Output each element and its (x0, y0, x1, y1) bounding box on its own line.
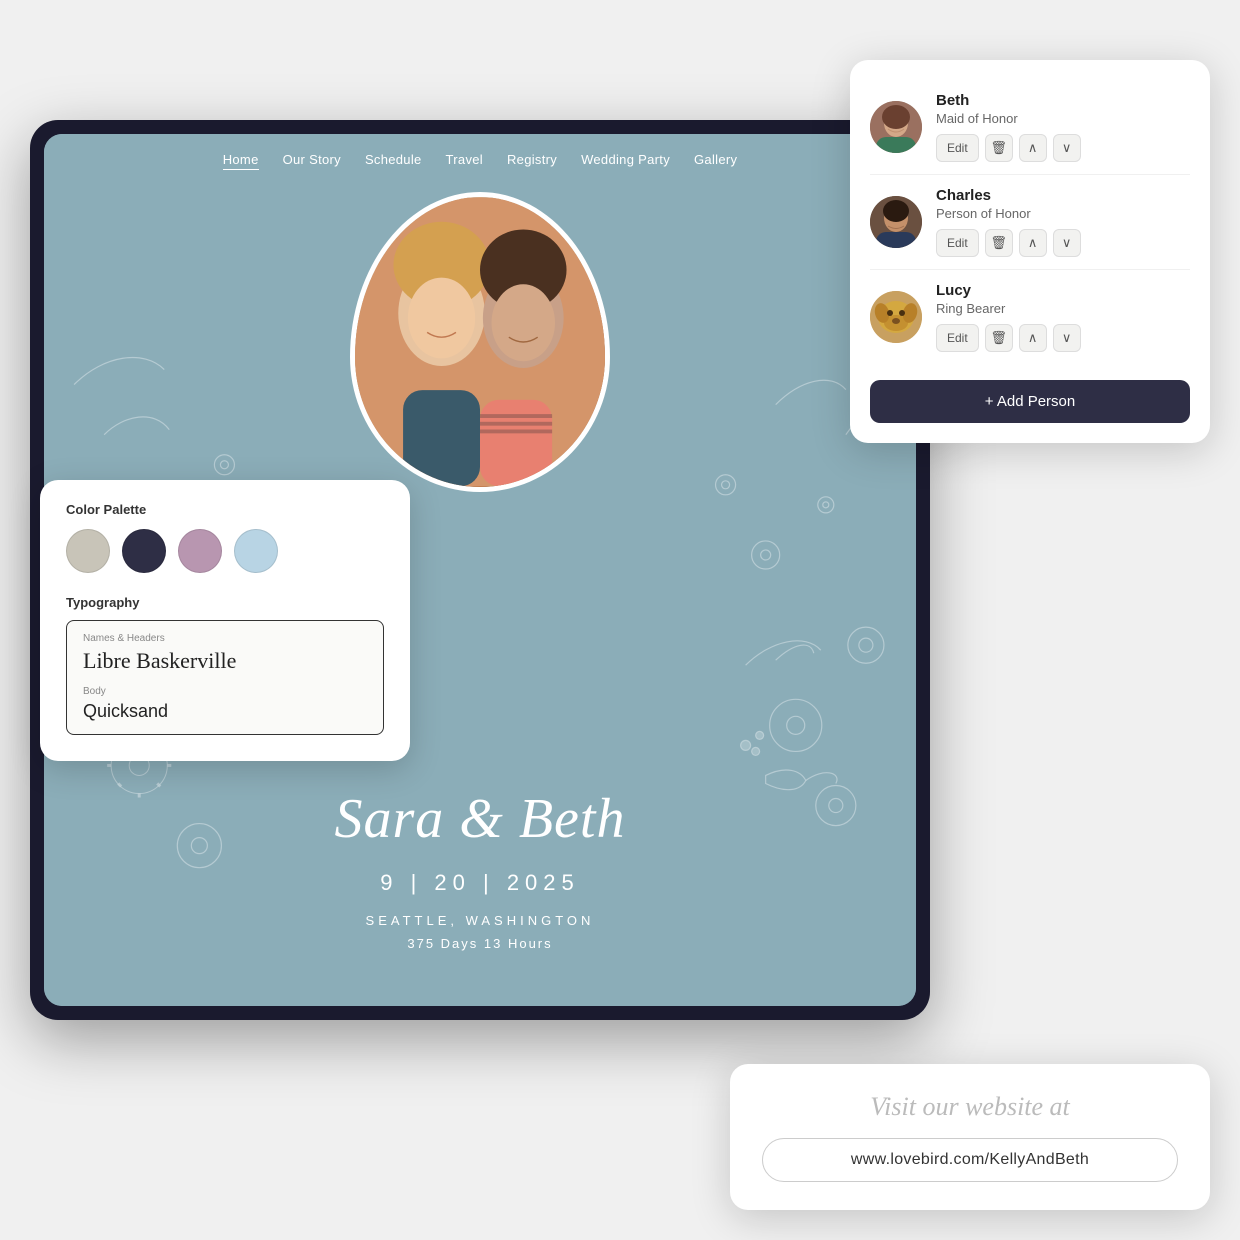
body-font-name: Quicksand (83, 701, 367, 722)
member-role-beth: Maid of Honor (936, 111, 1190, 126)
nav-gallery[interactable]: Gallery (694, 152, 737, 170)
website-url[interactable]: www.lovebird.com/KellyAndBeth (762, 1138, 1178, 1182)
member-role-lucy: Ring Bearer (936, 301, 1190, 316)
member-info-beth: Beth Maid of Honor Edit 🗑 ∧ ∨ (936, 92, 1190, 162)
member-actions-lucy: Edit 🗑 ∧ ∨ (936, 324, 1190, 352)
add-person-button[interactable]: + Add Person (870, 380, 1190, 423)
nav-our-story[interactable]: Our Story (283, 152, 341, 170)
move-down-lucy-button[interactable]: ∨ (1053, 324, 1081, 352)
swatch-warm-gray[interactable] (66, 529, 110, 573)
wedding-party-card: Beth Maid of Honor Edit 🗑 ∧ ∨ Charles Pe… (850, 60, 1210, 443)
party-member-lucy: Lucy Ring Bearer Edit 🗑 ∧ ∨ (870, 270, 1190, 364)
header-font-name: Libre Baskerville (83, 648, 367, 674)
member-name-lucy: Lucy (936, 282, 1190, 299)
typography-section: Typography Names & Headers Libre Baskerv… (66, 595, 384, 735)
color-palette-title: Color Palette (66, 502, 384, 517)
visit-website-text: Visit our website at (762, 1092, 1178, 1122)
move-up-beth-button[interactable]: ∧ (1019, 134, 1047, 162)
move-down-beth-button[interactable]: ∨ (1053, 134, 1081, 162)
delete-charles-button[interactable]: 🗑 (985, 229, 1013, 257)
header-font-label: Names & Headers (83, 633, 367, 644)
avatar-beth (870, 101, 922, 153)
body-font-label: Body (83, 686, 367, 697)
typography-title: Typography (66, 595, 384, 610)
edit-beth-button[interactable]: Edit (936, 134, 979, 162)
color-palette-card: Color Palette Typography Names & Headers… (40, 480, 410, 761)
edit-charles-button[interactable]: Edit (936, 229, 979, 257)
nav-wedding-party[interactable]: Wedding Party (581, 152, 670, 170)
nav-schedule[interactable]: Schedule (365, 152, 422, 170)
move-up-lucy-button[interactable]: ∧ (1019, 324, 1047, 352)
typography-box: Names & Headers Libre Baskerville Body Q… (66, 620, 384, 735)
swatch-light-blue[interactable] (234, 529, 278, 573)
nav-travel[interactable]: Travel (446, 152, 483, 170)
edit-lucy-button[interactable]: Edit (936, 324, 979, 352)
nav-home[interactable]: Home (223, 152, 259, 170)
member-actions-beth: Edit 🗑 ∧ ∨ (936, 134, 1190, 162)
color-swatches (66, 529, 384, 573)
move-down-charles-button[interactable]: ∨ (1053, 229, 1081, 257)
swatch-mauve[interactable] (178, 529, 222, 573)
member-name-beth: Beth (936, 92, 1190, 109)
member-info-charles: Charles Person of Honor Edit 🗑 ∧ ∨ (936, 187, 1190, 257)
wedding-nav: Home Our Story Schedule Travel Registry … (44, 134, 916, 180)
member-name-charles: Charles (936, 187, 1190, 204)
wedding-countdown: 375 Days 13 Hours (44, 936, 916, 951)
member-actions-charles: Edit 🗑 ∧ ∨ (936, 229, 1190, 257)
wedding-date: 9 | 20 | 2025 (44, 870, 916, 896)
delete-beth-button[interactable]: 🗑 (985, 134, 1013, 162)
wedding-location: SEATTLE, WASHINGTON (44, 913, 916, 928)
wedding-names: Sara & Beth (44, 787, 916, 851)
party-member-beth: Beth Maid of Honor Edit 🗑 ∧ ∨ (870, 80, 1190, 175)
delete-lucy-button[interactable]: 🗑 (985, 324, 1013, 352)
nav-registry[interactable]: Registry (507, 152, 557, 170)
website-card: Visit our website at www.lovebird.com/Ke… (730, 1064, 1210, 1210)
member-role-charles: Person of Honor (936, 206, 1190, 221)
swatch-navy[interactable] (122, 529, 166, 573)
move-up-charles-button[interactable]: ∧ (1019, 229, 1047, 257)
avatar-lucy (870, 291, 922, 343)
avatar-charles (870, 196, 922, 248)
couple-photo (350, 192, 610, 492)
party-member-charles: Charles Person of Honor Edit 🗑 ∧ ∨ (870, 175, 1190, 270)
member-info-lucy: Lucy Ring Bearer Edit 🗑 ∧ ∨ (936, 282, 1190, 352)
